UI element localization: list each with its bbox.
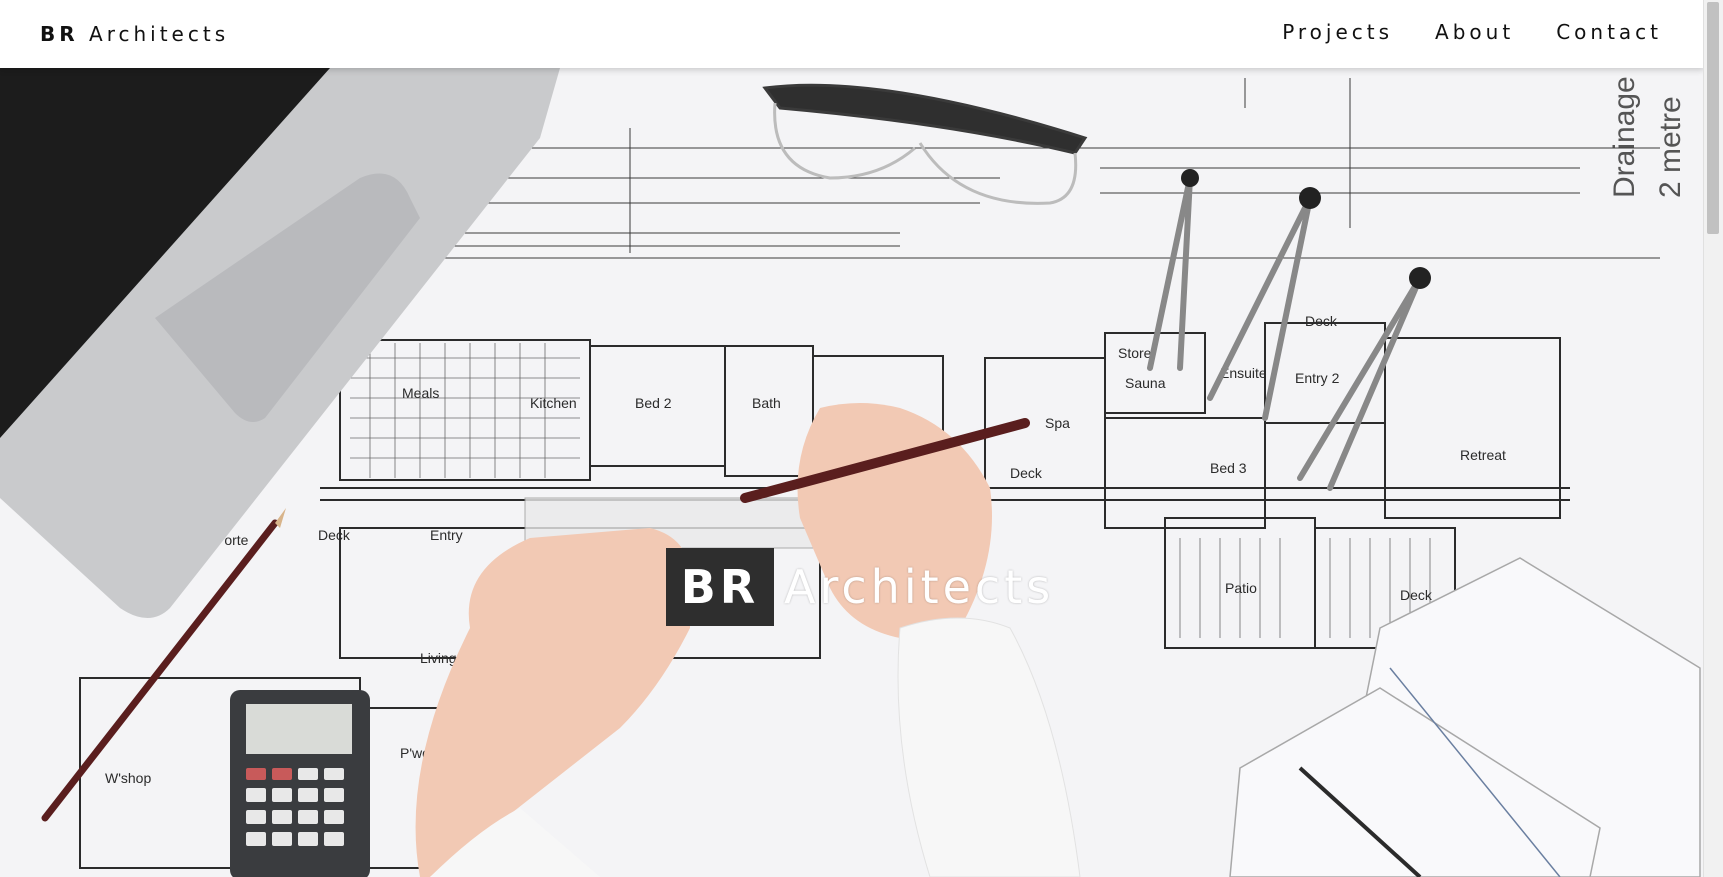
nav-link-projects[interactable]: Projects	[1282, 20, 1393, 44]
drainage-label: Drainage	[1608, 76, 1641, 198]
room-label-bed3: Bed 3	[1210, 460, 1247, 476]
room-label-wshop: W'shop	[105, 770, 151, 786]
room-label-sauna: Sauna	[1125, 375, 1166, 391]
hero-banner: Meals Kitchen Bed 2 Bath Spa Sauna Ensui…	[0, 68, 1704, 877]
room-label-retreat: Retreat	[1460, 447, 1506, 463]
nav-link-contact[interactable]: Contact	[1556, 20, 1662, 44]
brand-logo-bold: BR	[40, 22, 79, 46]
room-label-spa: Spa	[1045, 415, 1070, 431]
room-label-bed2: Bed 2	[635, 395, 672, 411]
calculator-illustration	[230, 690, 370, 877]
room-label-bath: Bath	[752, 395, 781, 411]
hero-blueprint-image: Meals Kitchen Bed 2 Bath Spa Sauna Ensui…	[0, 68, 1704, 877]
room-label-kitchen: Kitchen	[530, 395, 577, 411]
brand-logo[interactable]: BR Architects	[40, 22, 229, 46]
top-navigation-bar: BR Architects Projects About Contact	[0, 0, 1704, 68]
room-label-entry2: Entry 2	[1295, 370, 1340, 386]
room-label-patio: Patio	[1225, 580, 1257, 596]
room-label-deck-top: Deck	[1305, 313, 1338, 329]
main-nav: Projects About Contact	[1282, 20, 1662, 44]
hero-logo-box: BR	[666, 548, 774, 626]
room-label-meals: Meals	[402, 385, 439, 401]
room-label-living: Living	[420, 650, 457, 666]
nav-link-about[interactable]: About	[1435, 20, 1514, 44]
brand-logo-text: Architects	[78, 22, 230, 46]
hero-logo: BR Architects	[666, 548, 1054, 626]
hero-logo-word: Architects	[784, 560, 1055, 614]
room-label-store: Store	[1118, 345, 1152, 361]
room-label-deck-right: Deck	[1400, 587, 1433, 603]
page: BR Architects Projects About Contact Mea…	[0, 0, 1723, 877]
room-label-deck-mid: Deck	[1010, 465, 1043, 481]
metre-label: 2 metre	[1654, 96, 1687, 198]
room-label-deck-left: Deck	[318, 527, 351, 543]
vertical-scrollbar[interactable]	[1703, 0, 1723, 877]
room-label-entry: Entry	[430, 527, 463, 543]
scrollbar-thumb[interactable]	[1707, 2, 1719, 234]
